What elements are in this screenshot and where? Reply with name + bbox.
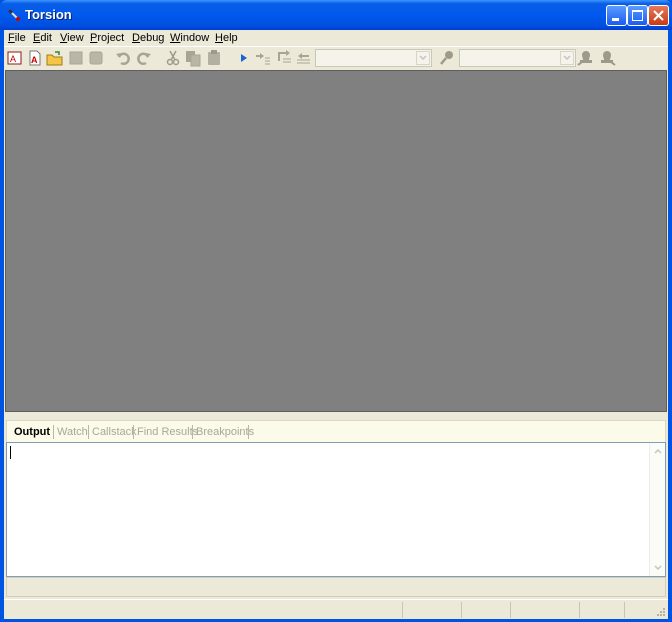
svg-text:A: A <box>31 55 38 65</box>
scroll-up-button[interactable] <box>651 444 665 458</box>
paste-icon[interactable] <box>205 49 223 67</box>
svg-text:A: A <box>10 54 16 64</box>
tab-breakpoints[interactable]: Breakpoints <box>194 424 256 440</box>
maximize-icon <box>632 10 643 21</box>
tab-find-results[interactable]: Find Results <box>135 424 200 440</box>
step-over-icon[interactable] <box>275 49 293 67</box>
status-panel <box>624 602 647 618</box>
torsion-app-icon <box>7 8 20 21</box>
status-panel <box>579 602 624 618</box>
bookmark-next-icon[interactable] <box>598 49 616 67</box>
menu-window[interactable]: Window <box>168 30 211 46</box>
menu-help[interactable]: Help <box>213 30 240 46</box>
resize-grip-icon[interactable] <box>655 606 666 617</box>
text-caret <box>10 446 11 459</box>
tab-divider <box>88 425 89 439</box>
configuration-combo[interactable] <box>315 49 432 67</box>
find-combo[interactable] <box>459 49 576 67</box>
minimize-button[interactable] <box>606 5 627 26</box>
bookmark-prev-icon[interactable] <box>577 49 595 67</box>
chevron-up-icon <box>654 448 662 454</box>
menu-project[interactable]: Project <box>88 30 126 46</box>
save-all-icon[interactable] <box>87 49 105 67</box>
output-textarea[interactable] <box>6 442 666 577</box>
open-icon[interactable] <box>46 49 64 67</box>
output-scrollbar[interactable] <box>649 443 665 576</box>
output-panel-tabs: Output Watch Callstack Find Results Brea… <box>6 420 666 442</box>
status-panel <box>402 602 461 618</box>
minimize-icon <box>612 18 619 21</box>
panel-splitter[interactable] <box>4 413 668 418</box>
client-area: File Edit View Project Debug Window Help… <box>4 30 668 619</box>
status-bar <box>4 599 668 619</box>
tab-divider <box>248 425 249 439</box>
chevron-down-icon[interactable] <box>560 51 574 65</box>
scroll-down-button[interactable] <box>651 561 665 575</box>
menu-edit[interactable]: Edit <box>31 30 54 46</box>
chevron-down-icon <box>654 565 662 571</box>
new-project-icon[interactable]: A <box>6 49 24 67</box>
menu-debug[interactable]: Debug <box>130 30 166 46</box>
title-bar[interactable]: Torsion <box>0 0 672 30</box>
document-area[interactable] <box>5 70 667 412</box>
tab-output[interactable]: Output <box>12 424 52 440</box>
status-panel <box>461 602 510 618</box>
app-window: Torsion File Edit View Project Debug Win… <box>0 0 672 622</box>
window-title: Torsion <box>25 7 72 22</box>
status-panel <box>510 602 579 618</box>
tab-divider <box>133 425 134 439</box>
undo-icon[interactable] <box>114 49 132 67</box>
menu-bar: File Edit View Project Debug Window Help <box>4 30 668 46</box>
tab-divider <box>192 425 193 439</box>
run-icon[interactable] <box>234 49 252 67</box>
save-icon[interactable] <box>67 49 85 67</box>
maximize-button[interactable] <box>627 5 648 26</box>
copy-icon[interactable] <box>184 49 202 67</box>
step-into-icon[interactable] <box>254 49 272 67</box>
find-icon[interactable] <box>438 49 456 67</box>
toolbar: A A <box>4 46 668 69</box>
chevron-down-icon[interactable] <box>416 51 430 65</box>
output-info-bar <box>6 577 666 597</box>
step-out-icon[interactable] <box>295 49 313 67</box>
tab-divider <box>53 425 54 439</box>
cut-icon[interactable] <box>164 49 182 67</box>
new-file-icon[interactable]: A <box>26 49 44 67</box>
close-icon <box>653 10 664 21</box>
close-button[interactable] <box>648 5 669 26</box>
menu-file[interactable]: File <box>6 30 28 46</box>
tab-callstack[interactable]: Callstack <box>90 424 139 440</box>
menu-view[interactable]: View <box>58 30 86 46</box>
tab-watch[interactable]: Watch <box>55 424 90 440</box>
redo-icon[interactable] <box>135 49 153 67</box>
